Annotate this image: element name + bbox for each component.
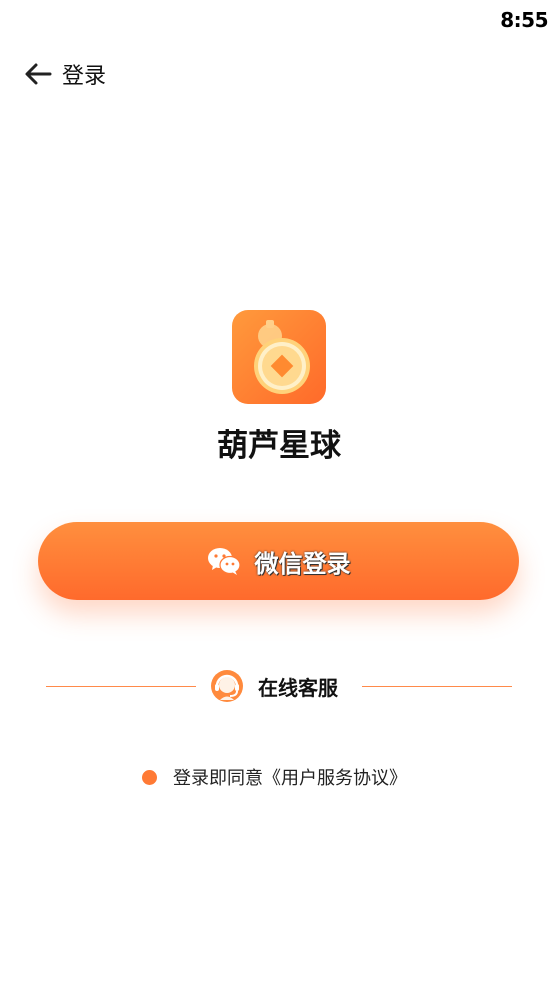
divider-right — [362, 686, 512, 687]
agreement-row: 登录即同意 《用户服务协议》 — [142, 764, 407, 790]
wechat-login-label: 微信登录 — [254, 549, 351, 578]
user-agreement-link[interactable]: 《用户服务协议》 — [263, 764, 407, 790]
header: 登录 — [24, 56, 106, 92]
arrow-left-icon[interactable] — [24, 60, 52, 88]
wechat-login-button[interactable]: 微信登录 — [38, 522, 519, 600]
gourd-coin-icon — [232, 310, 326, 404]
agreement-prefix: 登录即同意 — [173, 768, 263, 789]
divider-left — [46, 686, 196, 687]
wechat-icon — [207, 546, 241, 576]
online-service-label: 在线客服 — [258, 675, 338, 700]
customer-service-icon — [210, 669, 244, 703]
page-title: 登录 — [62, 64, 107, 89]
status-time: 8:55 — [500, 8, 548, 32]
login-screen: 8:55 登录 葫芦星球 微信登录 在线客服 登录即同意 《用户服务协议》 — [0, 0, 558, 992]
online-service-button[interactable]: 在线客服 — [210, 668, 338, 704]
app-name: 葫芦星球 — [217, 428, 341, 464]
agreement-checkbox[interactable] — [142, 769, 157, 785]
